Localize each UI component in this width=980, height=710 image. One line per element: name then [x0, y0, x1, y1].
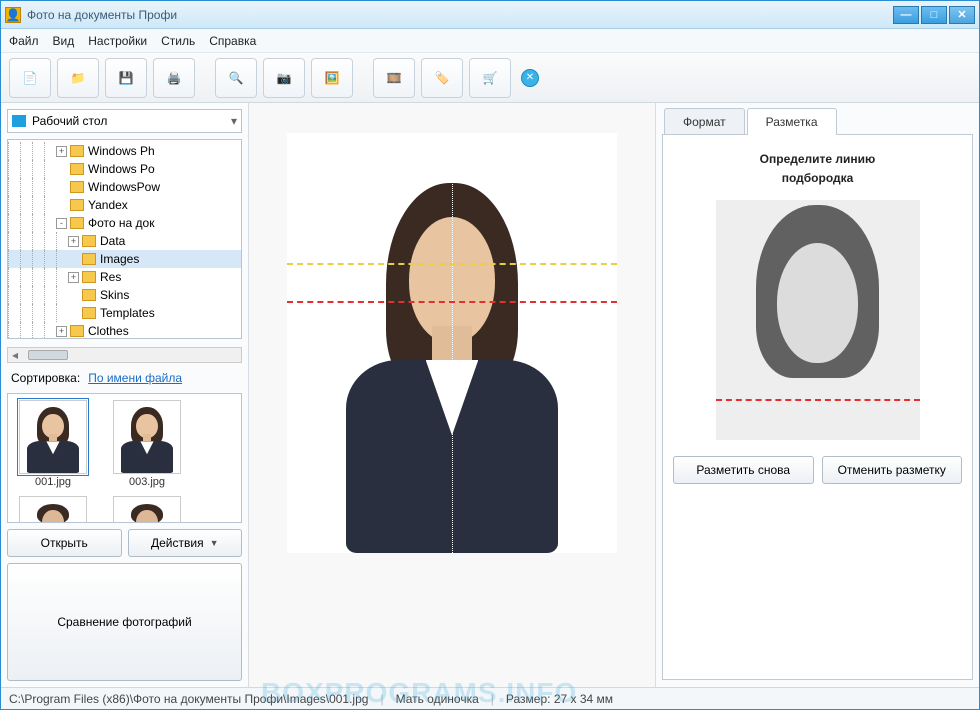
folder-icon — [82, 271, 96, 283]
minimize-button[interactable]: — — [893, 6, 919, 24]
tree-label: Windows Po — [88, 162, 155, 176]
cancel-markup-button[interactable]: Отменить разметку — [822, 456, 963, 484]
left-panel: Рабочий стол ▾ + Windows Ph Windows Po Wind… — [1, 103, 249, 687]
tree-label: Res — [100, 270, 121, 284]
menu-view[interactable]: Вид — [53, 34, 75, 48]
collapse-icon[interactable]: - — [56, 218, 67, 229]
tab-format[interactable]: Формат — [664, 108, 745, 135]
folder-icon — [82, 289, 96, 301]
folder-icon — [70, 163, 84, 175]
tree-label: Windows Ph — [88, 144, 155, 158]
status-size: Размер: 27 x 34 мм — [506, 692, 613, 706]
app-window: 👤 Фото на документы Профи — □ ✕ Файл Вид… — [0, 0, 980, 710]
window-title: Фото на документы Профи — [27, 8, 893, 22]
clear-icon[interactable]: ✕ — [521, 69, 539, 87]
thumbnail-grid: 001.jpg 003.jpg 6.jpg 9.jpg — [7, 393, 242, 523]
menu-style[interactable]: Стиль — [161, 34, 195, 48]
compare-button[interactable]: Сравнение фотографий — [7, 563, 242, 681]
film-reel-icon[interactable]: 🎞️ — [373, 58, 415, 98]
status-mode: Мать одиночка — [396, 692, 479, 706]
folder-tree[interactable]: + Windows Ph Windows Po WindowsPow Yandex - Фо… — [7, 139, 242, 339]
close-button[interactable]: ✕ — [949, 6, 975, 24]
tag-icon[interactable]: 🏷️ — [421, 58, 463, 98]
thumbnail-item[interactable]: 6.jpg — [14, 496, 92, 523]
chevron-down-icon: ▼ — [210, 538, 219, 548]
maximize-button[interactable]: □ — [921, 6, 947, 24]
tree-item[interactable]: Images — [8, 250, 241, 268]
tree-label: Templates — [100, 306, 155, 320]
folder-icon — [70, 217, 84, 229]
tree-label: Yandex — [88, 198, 128, 212]
open-folder-icon[interactable]: 📁 — [57, 58, 99, 98]
print-icon[interactable]: 🖨️ — [153, 58, 195, 98]
photo-canvas[interactable] — [287, 133, 617, 553]
thumbnail-item[interactable]: 003.jpg — [108, 400, 186, 488]
editor-area — [249, 103, 655, 687]
tree-label: Images — [100, 252, 139, 266]
right-panel: Формат Разметка Определите линиюподбород… — [655, 103, 979, 687]
tree-label: Clothes — [88, 324, 129, 338]
guide-chin[interactable] — [287, 301, 617, 303]
tree-item[interactable]: WindowsPow — [8, 178, 241, 196]
combo-label: Рабочий стол — [32, 114, 107, 128]
menu-file[interactable]: Файл — [9, 34, 39, 48]
tree-item[interactable]: + Clothes — [8, 322, 241, 339]
expand-icon[interactable]: + — [56, 146, 67, 157]
tree-item[interactable]: Templates — [8, 304, 241, 322]
markup-panel: Определите линиюподбородка Разметить сно… — [662, 134, 973, 680]
folder-icon — [82, 235, 96, 247]
sort-link[interactable]: По имени файла — [88, 371, 182, 385]
tree-item[interactable]: - Фото на док — [8, 214, 241, 232]
expand-icon[interactable]: + — [68, 272, 79, 283]
folder-icon — [82, 307, 96, 319]
thumbnail-item[interactable]: 9.jpg — [108, 496, 186, 523]
folder-icon — [82, 253, 96, 265]
guide-eyes[interactable] — [287, 263, 617, 265]
tree-hscroll[interactable]: ◂ — [7, 347, 242, 363]
menu-help[interactable]: Справка — [209, 34, 256, 48]
app-icon: 👤 — [5, 7, 21, 23]
open-button[interactable]: Открыть — [7, 529, 122, 557]
folder-icon — [70, 199, 84, 211]
new-icon[interactable]: 📄 — [9, 58, 51, 98]
tree-label: Skins — [100, 288, 129, 302]
save-icon[interactable]: 💾 — [105, 58, 147, 98]
tree-label: WindowsPow — [88, 180, 160, 194]
tree-label: Data — [100, 234, 125, 248]
markup-again-button[interactable]: Разметить снова — [673, 456, 814, 484]
camera-icon[interactable]: 📷 — [263, 58, 305, 98]
tree-item[interactable]: + Data — [8, 232, 241, 250]
tree-item[interactable]: Windows Po — [8, 160, 241, 178]
user-lens-icon[interactable]: 🔍 — [215, 58, 257, 98]
folder-icon — [70, 181, 84, 193]
sort-label: Сортировка: — [11, 371, 80, 385]
menu-settings[interactable]: Настройки — [88, 34, 147, 48]
tab-markup[interactable]: Разметка — [747, 108, 837, 135]
folder-icon — [70, 145, 84, 157]
cart-icon[interactable]: 🛒 — [469, 58, 511, 98]
preview-image — [716, 200, 920, 440]
tree-item[interactable]: + Res — [8, 268, 241, 286]
expand-icon[interactable]: + — [56, 326, 67, 337]
thumbnail-label: 001.jpg — [35, 476, 71, 488]
thumbnail-label: 003.jpg — [129, 476, 165, 488]
tree-item[interactable]: + Windows Ph — [8, 142, 241, 160]
titlebar: 👤 Фото на документы Профи — □ ✕ — [1, 1, 979, 29]
thumbnail-item[interactable]: 001.jpg — [14, 400, 92, 488]
tree-item[interactable]: Skins — [8, 286, 241, 304]
menubar: Файл Вид Настройки Стиль Справка — [1, 29, 979, 53]
folder-icon — [70, 325, 84, 337]
toolbar: 📄 📁 💾 🖨️ 🔍 📷 🖼️ 🎞️ 🏷️ 🛒 ✕ — [1, 53, 979, 103]
zoom-image-icon[interactable]: 🖼️ — [311, 58, 353, 98]
location-combo[interactable]: Рабочий стол ▾ — [7, 109, 242, 133]
expand-icon[interactable]: + — [68, 236, 79, 247]
statusbar: C:\Program Files (x86)\Фото на документы… — [1, 687, 979, 709]
tree-label: Фото на док — [88, 216, 154, 230]
desktop-icon — [12, 115, 26, 127]
chevron-down-icon: ▾ — [231, 114, 237, 128]
panel-heading: Определите линиюподбородка — [673, 149, 962, 186]
status-path: C:\Program Files (x86)\Фото на документы… — [9, 692, 368, 706]
tree-item[interactable]: Yandex — [8, 196, 241, 214]
actions-button[interactable]: Действия▼ — [128, 529, 243, 557]
